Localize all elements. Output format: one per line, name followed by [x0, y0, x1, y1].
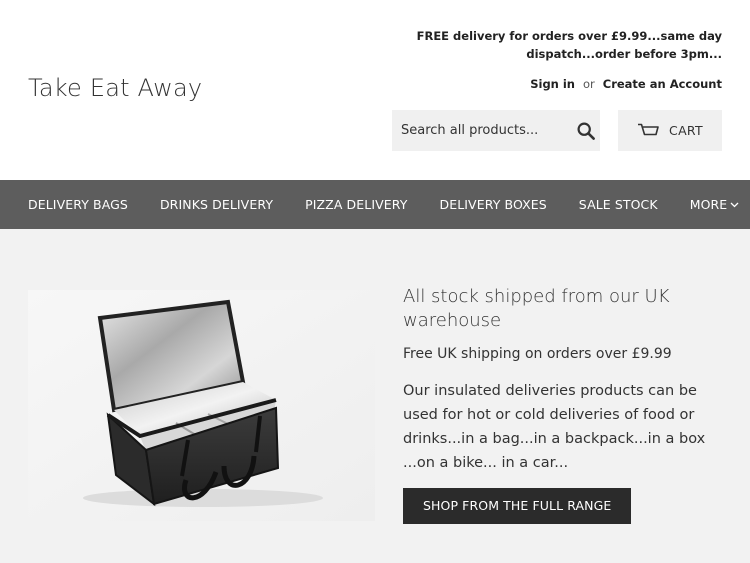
nav-item-more[interactable]: MORE — [690, 197, 740, 212]
delivery-bag-image — [28, 290, 375, 521]
main-nav: DELIVERY BAGS DRINKS DELIVERY PIZZA DELI… — [0, 180, 750, 229]
cart-button[interactable]: CART — [618, 110, 722, 151]
hero-image[interactable] — [28, 290, 375, 521]
cart-label: CART — [669, 123, 703, 138]
search-button[interactable] — [571, 110, 600, 151]
shop-full-range-button[interactable]: SHOP FROM THE FULL RANGE — [403, 488, 632, 524]
promo-line-2: dispatch...order before 3pm... — [526, 47, 722, 61]
search-input[interactable] — [392, 110, 571, 151]
nav-item-drinks-delivery[interactable]: DRINKS DELIVERY — [160, 197, 273, 212]
site-logo[interactable]: Take Eat Away — [28, 74, 202, 102]
hero-subheading: Free UK shipping on orders over £9.99 — [403, 346, 672, 362]
hero-section: All stock shipped from our UK warehouse … — [0, 229, 750, 563]
account-links: Sign in or Create an Account — [530, 77, 722, 91]
create-account-link[interactable]: Create an Account — [603, 77, 722, 91]
cart-icon — [638, 123, 659, 136]
site-header: Take Eat Away FREE delivery for orders o… — [0, 0, 750, 180]
nav-item-pizza-delivery[interactable]: PIZZA DELIVERY — [305, 197, 407, 212]
nav-item-delivery-bags[interactable]: DELIVERY BAGS — [28, 197, 128, 212]
or-text: or — [583, 77, 595, 91]
promo-line-1: FREE delivery for orders over £9.99...sa… — [416, 29, 722, 43]
hero-heading: All stock shipped from our UK warehouse — [403, 286, 670, 331]
hero-body: Our insulated deliveries products can be… — [403, 383, 706, 471]
hero-content: All stock shipped from our UK warehouse … — [403, 285, 723, 524]
chevron-down-icon — [730, 202, 739, 207]
search-form — [392, 110, 600, 151]
nav-item-sale-stock[interactable]: SALE STOCK — [579, 197, 658, 212]
search-icon — [576, 121, 595, 140]
sign-in-link[interactable]: Sign in — [530, 77, 575, 91]
nav-item-delivery-boxes[interactable]: DELIVERY BOXES — [439, 197, 546, 212]
promo-banner: FREE delivery for orders over £9.99...sa… — [402, 27, 722, 63]
